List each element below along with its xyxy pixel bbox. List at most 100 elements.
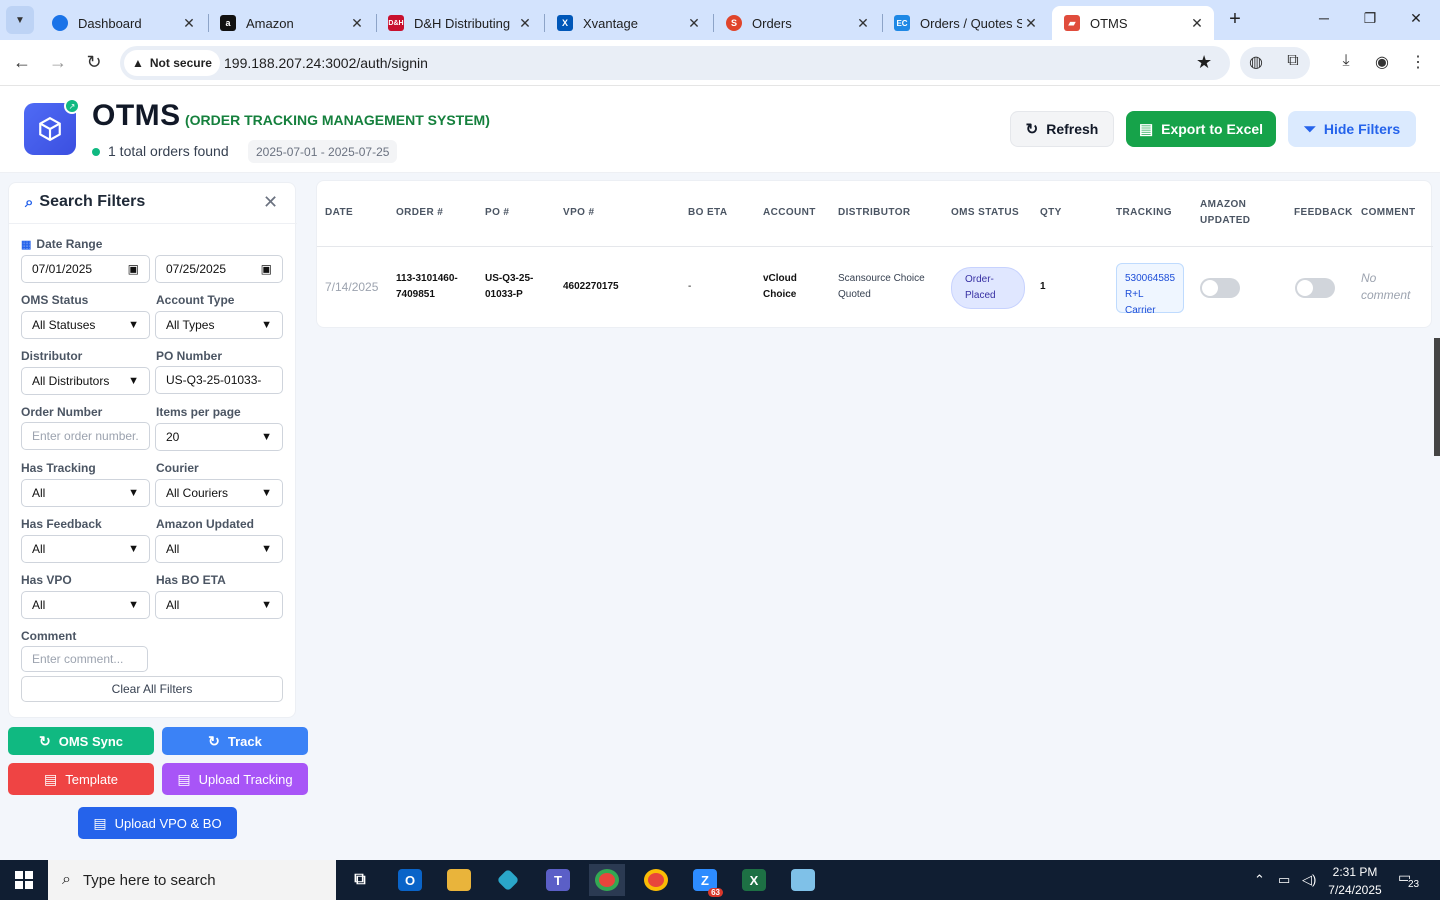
close-icon[interactable]: ✕: [263, 192, 278, 213]
account-type-select[interactable]: All Types ▼: [155, 311, 283, 339]
tab-orders[interactable]: S Orders ✕: [714, 6, 880, 40]
download-icon[interactable]: ⤓: [1335, 52, 1357, 70]
taskbar-search[interactable]: ⌕ Type here to search: [48, 860, 336, 900]
clear-filters-button[interactable]: Clear All Filters: [21, 676, 283, 702]
oms-status-select[interactable]: All Statuses ▼: [21, 311, 150, 339]
forward-icon[interactable]: →: [46, 52, 70, 74]
file-explorer-icon[interactable]: [441, 864, 477, 896]
task-view-icon[interactable]: ⧉: [342, 864, 378, 896]
template-button[interactable]: ▤ Template: [8, 763, 154, 795]
kite-app-icon[interactable]: [490, 864, 526, 896]
windows-start-icon[interactable]: [0, 860, 48, 900]
tracking-link[interactable]: 530064585 R+L Carrier: [1116, 263, 1184, 316]
tab-otms[interactable]: ▰ OTMS ✕: [1052, 6, 1214, 40]
orders-icon: S: [726, 15, 742, 31]
column-header-amazon-updated[interactable]: AMAZON UPDATED: [1200, 197, 1250, 229]
upload-tracking-button[interactable]: ▤ Upload Tracking: [162, 763, 308, 795]
has-feedback-select[interactable]: All ▼: [21, 535, 150, 563]
chevron-down-icon: ▼: [261, 543, 272, 555]
column-header-po[interactable]: PO #: [485, 205, 509, 221]
menu-icon[interactable]: ⋮: [1407, 52, 1429, 72]
courier-select[interactable]: All Couriers ▼: [155, 479, 283, 507]
excel-icon[interactable]: X: [736, 864, 772, 896]
column-header-qty[interactable]: QTY: [1040, 205, 1062, 221]
tab-dashboard[interactable]: Dashboard ✕: [40, 6, 206, 40]
notification-center-icon[interactable]: ▭ 23: [1398, 869, 1424, 891]
select-value: All: [32, 486, 46, 500]
comment-input[interactable]: Enter comment...: [21, 646, 148, 672]
feedback-toggle[interactable]: [1295, 278, 1335, 298]
amazon-updated-select[interactable]: All ▼: [155, 535, 283, 563]
has-bo-eta-label: Has BO ETA: [156, 573, 226, 587]
date-to-input[interactable]: 07/25/2025 ▣: [155, 255, 283, 283]
select-value: All Statuses: [32, 318, 96, 332]
column-header-distributor[interactable]: DISTRIBUTOR: [838, 205, 911, 221]
new-tab-button[interactable]: +: [1224, 8, 1246, 30]
amazon-updated-toggle[interactable]: [1200, 278, 1240, 298]
date-from-input[interactable]: 07/01/2025 ▣: [21, 255, 150, 283]
column-header-oms-status[interactable]: OMS STATUS: [951, 205, 1019, 221]
tab-orders-quotes[interactable]: EC Orders / Quotes S ✕: [882, 6, 1048, 40]
chrome-icon[interactable]: [589, 864, 625, 896]
volume-icon[interactable]: ◁): [1302, 872, 1316, 888]
tab-amazon[interactable]: a Amazon ✕: [208, 6, 374, 40]
column-header-account[interactable]: ACCOUNT: [763, 205, 816, 221]
tab-xvantage[interactable]: X Xvantage ✕: [545, 6, 711, 40]
restore-button[interactable]: ❐: [1360, 10, 1380, 27]
taskbar-clock[interactable]: 2:31 PM 7/24/2025: [1322, 863, 1388, 899]
reload-icon[interactable]: ↻: [82, 52, 106, 74]
track-button[interactable]: ↻ Track: [162, 727, 308, 755]
cell-date: 7/14/2025: [325, 280, 379, 294]
refresh-button[interactable]: ↻ Refresh: [1010, 111, 1114, 147]
column-header-feedback[interactable]: FEEDBACK: [1294, 205, 1353, 221]
column-header-order[interactable]: ORDER #: [396, 205, 443, 221]
has-tracking-select[interactable]: All ▼: [21, 479, 150, 507]
back-icon[interactable]: ←: [10, 52, 34, 74]
oms-sync-button[interactable]: ↻ OMS Sync: [8, 727, 154, 755]
network-icon[interactable]: ▭: [1278, 872, 1290, 888]
close-icon[interactable]: ✕: [516, 15, 534, 32]
chrome-icon[interactable]: [638, 864, 674, 896]
zoom-icon[interactable]: Z 63: [687, 864, 723, 897]
cell-comment[interactable]: No comment: [1361, 270, 1410, 304]
profile-icon[interactable]: ◉: [1371, 52, 1393, 72]
export-excel-button[interactable]: ▤ Export to Excel: [1126, 111, 1276, 147]
close-icon[interactable]: ✕: [348, 15, 366, 32]
hide-filters-button[interactable]: ⏷ Hide Filters: [1288, 111, 1416, 147]
column-header-date[interactable]: DATE: [325, 205, 353, 221]
close-icon[interactable]: ✕: [1188, 15, 1206, 32]
translate-icon[interactable]: ◍: [1245, 52, 1267, 72]
security-chip[interactable]: ▲ Not secure: [124, 50, 220, 76]
column-header-comment[interactable]: COMMENT: [1361, 205, 1415, 221]
url-text[interactable]: 199.188.207.24:3002/auth/signin: [224, 55, 428, 71]
has-vpo-select[interactable]: All ▼: [21, 591, 150, 619]
outlook-icon[interactable]: O: [392, 864, 428, 896]
has-bo-eta-select[interactable]: All ▼: [155, 591, 283, 619]
column-header-bo-eta[interactable]: BO ETA: [688, 205, 727, 221]
scrollbar[interactable]: [1434, 338, 1440, 456]
extensions-icon[interactable]: ⧉: [1282, 52, 1304, 70]
column-header-vpo[interactable]: VPO #: [563, 205, 594, 221]
order-number-input[interactable]: Enter order number...: [21, 422, 150, 450]
close-icon[interactable]: ✕: [685, 15, 703, 32]
tab-dh-distributing[interactable]: D&H D&H Distributing ✕: [376, 6, 542, 40]
tab-search-button[interactable]: ▼: [6, 6, 34, 34]
column-header-tracking[interactable]: TRACKING: [1116, 205, 1172, 221]
page-subtitle: (ORDER TRACKING MANAGEMENT SYSTEM): [185, 112, 490, 128]
chevron-up-icon[interactable]: ⌃: [1254, 872, 1265, 888]
close-icon[interactable]: ✕: [854, 15, 872, 32]
po-number-input[interactable]: US-Q3-25-01033-: [155, 366, 283, 394]
items-per-page-select[interactable]: 20 ▼: [155, 423, 283, 451]
window-close-button[interactable]: ✕: [1406, 10, 1426, 27]
distributor-select[interactable]: All Distributors ▼: [21, 367, 150, 395]
upload-vpo-bo-button[interactable]: ▤ Upload VPO & BO: [78, 807, 237, 839]
calendar-icon[interactable]: ▣: [128, 262, 139, 276]
minimize-button[interactable]: ─: [1314, 10, 1334, 26]
close-icon[interactable]: ✕: [180, 15, 198, 32]
cell-line: vCloud: [763, 273, 797, 284]
calendar-icon[interactable]: ▣: [261, 262, 272, 276]
close-icon[interactable]: ✕: [1022, 15, 1040, 32]
notepad-icon[interactable]: [785, 864, 821, 896]
bookmark-star-icon[interactable]: ★: [1196, 52, 1212, 73]
teams-icon[interactable]: T: [540, 864, 576, 896]
